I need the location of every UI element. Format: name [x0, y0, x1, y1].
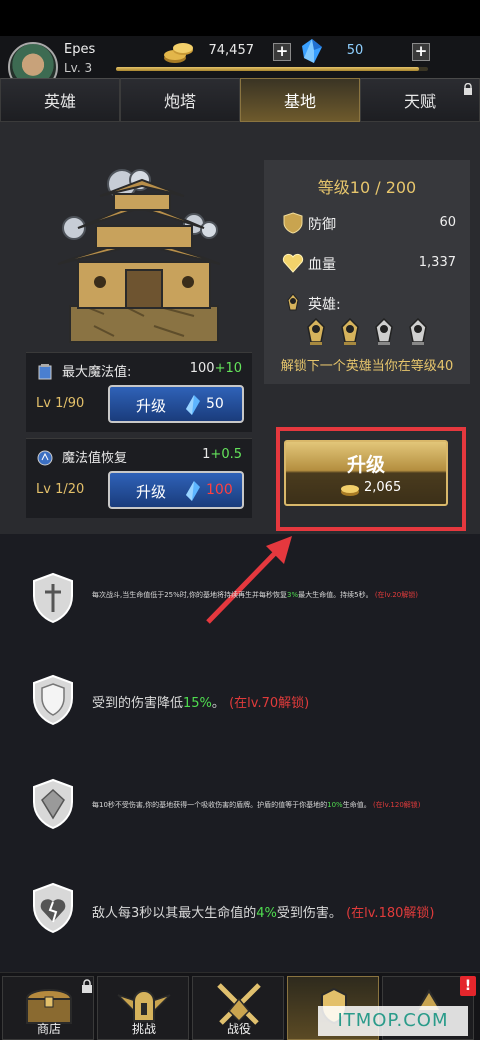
tab-label: 天赋 — [403, 92, 436, 111]
status-bar — [0, 0, 480, 36]
hero-unlock-text: 解锁下一个英雄当你在等级40 — [280, 359, 454, 374]
max-mana-level: Lv 1/90 — [36, 396, 85, 411]
skill-4-description: 敌人每3秒以其最大生命值的4%受到伤害。 (在lv.180解锁) — [92, 902, 434, 921]
nav-label: 挑战 — [131, 1022, 156, 1036]
upgrade-mana-regen-button[interactable]: 升级 100 — [108, 471, 244, 509]
defense-value: 60 — [439, 215, 456, 230]
max-mana-increase: +10 — [214, 361, 242, 376]
tab-heroes[interactable]: 英雄 — [0, 78, 120, 122]
xp-bar-fill — [116, 67, 419, 71]
xp-bar — [116, 67, 428, 71]
gold-amount: 74,457 — [208, 43, 255, 58]
damage-reduction-shield-icon — [33, 674, 73, 726]
player-name: Epes — [64, 42, 96, 57]
heroes-label: 英雄: — [308, 297, 341, 313]
base-level-title: 等级10 / 200 — [317, 178, 417, 197]
nav-challenge[interactable]: 挑战 — [97, 976, 189, 1040]
tab-label: 英雄 — [43, 92, 76, 111]
mana-regen-stat: 魔法值恢复 1+0.5 Lv 1/20 升级 100 — [26, 438, 252, 518]
max-mana-stat: 最大魔法值: 100+10 Lv 1/90 升级 50 — [26, 352, 252, 432]
skill-text: 受到伤害。 — [276, 906, 342, 921]
heart-icon — [282, 253, 304, 273]
lock-icon — [464, 83, 472, 95]
player-level: Lv. 3 — [64, 61, 93, 75]
mana-regen-icon — [37, 450, 53, 466]
tab-label: 炮塔 — [163, 92, 196, 111]
nav-label: 战役 — [226, 1022, 251, 1036]
skill-2-description: 受到的伤害降低15%。 (在lv.70解锁) — [92, 692, 309, 711]
notification-badge: ! — [460, 976, 476, 996]
shield-icon — [283, 212, 303, 234]
max-mana-current: 100 — [189, 361, 215, 376]
watermark: ITMOP.COM — [318, 1006, 468, 1036]
add-gold-button[interactable]: + — [273, 43, 291, 61]
thorns-shield-icon — [33, 882, 73, 934]
lock-icon — [82, 979, 92, 993]
mana-regen-label: 魔法值恢复 — [62, 451, 128, 466]
highlight-frame — [276, 427, 466, 531]
skill-highlight: 3% — [287, 591, 299, 599]
hp-label: 血量 — [308, 257, 336, 273]
tab-bar: 英雄 炮塔 基地 天赋 — [0, 78, 480, 122]
nav-campaign[interactable]: 战役 — [192, 976, 284, 1040]
skill-lock-text: (在lv.70解锁) — [229, 696, 310, 711]
upgrade-label: 升级 — [136, 483, 167, 501]
upgrade-max-mana-button[interactable]: 升级 50 — [108, 385, 244, 423]
upgrade-cost: 100 — [206, 482, 233, 498]
skill-text: 每次战斗,当生命值低于25%时,你的基地将持续再生并每秒恢复 — [92, 591, 288, 599]
tab-label: 基地 — [283, 92, 316, 111]
pointer-arrow-icon — [206, 536, 292, 624]
hero-unlocked-icon — [307, 318, 325, 345]
hero-locked-icon — [375, 318, 393, 345]
skill-text: 。 — [211, 696, 225, 711]
hero-unlocked-icon — [341, 318, 359, 345]
mana-potion-icon — [38, 364, 52, 380]
max-mana-value: 100+10 — [190, 361, 242, 376]
skill-highlight: 4% — [256, 906, 277, 921]
base-info-box: 等级10 / 200 防御 60 血量 1,337 英雄: 解锁下一个英雄当你在… — [264, 160, 470, 384]
mana-regen-increase: +0.5 — [210, 447, 242, 462]
tab-base[interactable]: 基地 — [240, 78, 360, 122]
skill-text: 每10秒不受伤害,你的基地获得一个吸收伤害的盾牌。护盾的值等于你基地的 — [92, 801, 328, 809]
gem-amount: 50 — [346, 43, 364, 58]
tab-turrets[interactable]: 炮塔 — [120, 78, 240, 122]
nav-label: 商店 — [36, 1022, 61, 1036]
blue-crystal-icon — [186, 395, 200, 415]
skill-text: 最大生命值。持续5秒。 — [298, 591, 373, 599]
blue-crystal-icon — [186, 481, 200, 501]
skill-text: 受到的伤害降低 — [92, 696, 184, 711]
blue-crystal-icon — [302, 39, 322, 63]
max-mana-label: 最大魔法值: — [62, 365, 132, 380]
upgrade-cost: 50 — [206, 396, 224, 412]
skill-text: 生命值。 — [342, 801, 371, 809]
hero-locked-icon — [409, 318, 427, 345]
hero-icons-row — [304, 318, 430, 346]
nav-shop[interactable]: 商店 — [2, 976, 94, 1040]
skill-lock-text: (在lv.20解锁) — [374, 591, 418, 599]
base-building-image — [57, 169, 221, 343]
add-gems-button[interactable]: + — [412, 43, 430, 61]
coin-stack-icon — [164, 43, 193, 63]
regen-shield-icon — [33, 572, 73, 624]
skill-1-description: 每次战斗,当生命值低于25%时,你的基地将持续再生并每秒恢复3%最大生命值。持续… — [92, 590, 418, 600]
tab-talents[interactable]: 天赋 — [360, 78, 480, 122]
skill-3-description: 每10秒不受伤害,你的基地获得一个吸收伤害的盾牌。护盾的值等于你基地的10%生命… — [92, 800, 421, 810]
hp-value: 1,337 — [418, 255, 456, 270]
mana-regen-level: Lv 1/20 — [36, 482, 85, 497]
hero-icon — [287, 293, 299, 311]
skill-lock-text: (在lv.120解锁) — [372, 801, 421, 809]
skill-highlight: 10% — [327, 801, 343, 809]
upgrade-label: 升级 — [136, 397, 167, 415]
defense-label: 防御 — [308, 217, 336, 233]
mana-regen-value: 1+0.5 — [202, 447, 242, 462]
skill-lock-text: (在lv.180解锁) — [346, 906, 435, 921]
skill-text: 敌人每3秒以其最大生命值的 — [92, 906, 257, 921]
absorb-shield-icon — [33, 778, 73, 830]
skill-highlight: 15% — [183, 696, 212, 711]
